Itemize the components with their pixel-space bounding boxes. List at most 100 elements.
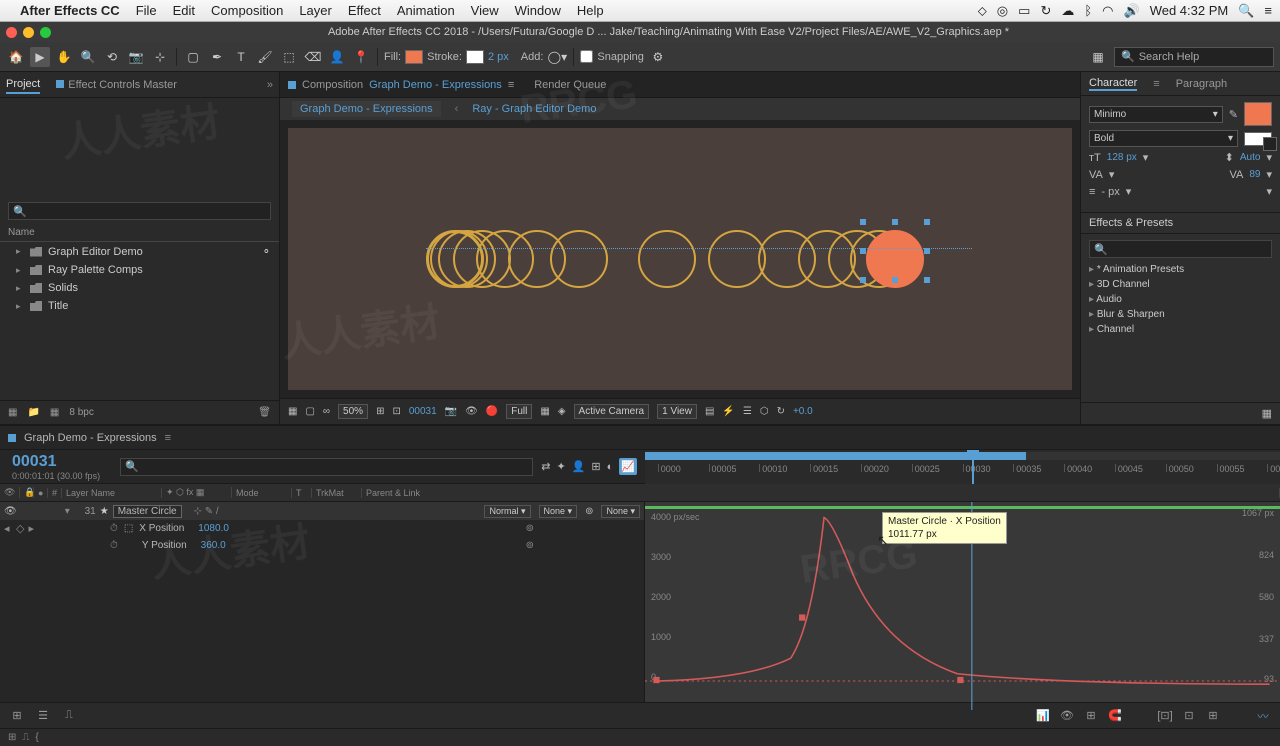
project-name-column[interactable]: Name	[0, 224, 279, 242]
show-snapshot-icon[interactable]: 👁	[465, 406, 478, 417]
layer-row[interactable]: 👁 ▾ 31 ★ Master Circle ⊹ ✎ / Normal ▾ No…	[0, 502, 644, 520]
menu-composition[interactable]: Composition	[211, 3, 283, 18]
preset-category[interactable]: 3D Channel	[1089, 277, 1272, 292]
pickwhip-icon[interactable]: ⊚	[585, 506, 593, 517]
puppet-tool-icon[interactable]: 📍	[351, 47, 371, 67]
resolution-icon[interactable]: ⊞	[376, 406, 384, 417]
shy-icon[interactable]: 👤	[572, 460, 586, 473]
eyedropper-icon[interactable]: ✎	[1229, 108, 1238, 121]
preset-category[interactable]: Channel	[1089, 322, 1272, 337]
graph-editor[interactable]: 4000 px/sec 3000 2000 1000 0 1067 px 824…	[645, 502, 1280, 702]
spotlight-icon[interactable]: 🔍	[1238, 3, 1254, 19]
fast-preview-icon[interactable]: ⚡	[722, 406, 734, 417]
refresh-icon[interactable]: ↻	[1040, 3, 1051, 19]
workspace-icon[interactable]: ▦	[1088, 47, 1108, 67]
zoom-icon[interactable]	[40, 27, 51, 38]
preset-category[interactable]: Blur & Sharpen	[1089, 307, 1272, 322]
timeline-search-input[interactable]: 🔍	[120, 458, 533, 476]
cc-icon[interactable]: ◎	[997, 3, 1008, 19]
menu-file[interactable]: File	[136, 3, 157, 18]
view-dropdown[interactable]: 1 View	[657, 404, 697, 419]
property-row[interactable]: ⏱ Y Position 360.0 ⊚	[0, 537, 644, 554]
channel-icon[interactable]: 🔴	[486, 406, 498, 417]
transparency-icon[interactable]: ▦	[540, 406, 549, 417]
project-folder[interactable]: ▸Solids	[0, 279, 279, 297]
effects-presets-header[interactable]: Effects & Presets	[1081, 212, 1280, 234]
toggle-icon[interactable]: ∞	[323, 406, 330, 417]
menu-view[interactable]: View	[471, 3, 499, 18]
bpc-button[interactable]: 8 bpc	[69, 407, 93, 418]
menu-effect[interactable]: Effect	[348, 3, 381, 18]
rectangle-tool-icon[interactable]: ▢	[183, 47, 203, 67]
timeline-ruler[interactable]: 0000 00005 00010 00015 00020 00025 00030…	[645, 450, 1280, 484]
stopwatch-icon[interactable]: ⏱	[110, 540, 118, 551]
pickwhip-icon[interactable]: ⊚	[526, 540, 534, 551]
pen-tool-icon[interactable]: ✒	[207, 47, 227, 67]
tab-composition[interactable]: Composition Graph Demo - Expressions ≡	[288, 79, 514, 91]
orbit-tool-icon[interactable]: ⟲	[102, 47, 122, 67]
camera-dropdown[interactable]: Active Camera	[574, 404, 650, 419]
project-folder[interactable]: ▸Graph Editor Demo⚬	[0, 242, 279, 261]
menu-edit[interactable]: Edit	[173, 3, 195, 18]
snapping-checkbox[interactable]	[580, 50, 593, 63]
hand-tool-icon[interactable]: ✋	[54, 47, 74, 67]
toggle-switches-icon[interactable]: ⊞	[8, 732, 16, 743]
property-value[interactable]: 360.0	[201, 540, 226, 551]
composition-viewport[interactable]	[288, 128, 1072, 390]
grid-icon[interactable]: ▦	[288, 406, 297, 417]
roto-tool-icon[interactable]: 👤	[327, 47, 347, 67]
project-search-input[interactable]: 🔍	[8, 202, 271, 220]
camera-tool-icon[interactable]: 📷	[126, 47, 146, 67]
breadcrumb-item[interactable]: Ray - Graph Editor Demo	[472, 103, 596, 115]
current-frame[interactable]: 00031	[409, 406, 437, 417]
eraser-tool-icon[interactable]: ⌫	[303, 47, 323, 67]
toggle-modes-icon[interactable]: ☰	[34, 707, 52, 725]
tab-project[interactable]: Project	[6, 76, 40, 94]
menu-help[interactable]: Help	[577, 3, 604, 18]
home-icon[interactable]: 🏠	[6, 47, 26, 67]
wifi-icon[interactable]: ◠	[1102, 3, 1113, 19]
property-row[interactable]: ⏱ ⬚ X Position 1080.0 ⊚	[0, 520, 644, 537]
preset-category[interactable]: Audio	[1089, 292, 1272, 307]
motion-blur-icon[interactable]: ◐	[607, 461, 614, 473]
work-area-bar[interactable]	[645, 452, 1280, 460]
interpret-icon[interactable]: ▦	[8, 407, 17, 418]
preset-category[interactable]: * Animation Presets	[1089, 262, 1272, 277]
comp-mini-flowchart-icon[interactable]: ⇄	[541, 460, 550, 473]
tab-render-queue[interactable]: Render Queue	[534, 79, 606, 91]
new-bin-icon[interactable]: ▦	[1262, 407, 1272, 420]
font-family-dropdown[interactable]: Minimo▾	[1089, 106, 1223, 123]
cloud-icon[interactable]: ☁	[1061, 3, 1074, 19]
panel-menu-icon[interactable]: »	[267, 79, 273, 91]
layer-name-field[interactable]: Master Circle	[113, 505, 182, 518]
pickwhip-icon[interactable]: ⊚	[526, 523, 534, 534]
playhead[interactable]	[972, 450, 974, 484]
selection-tool-icon[interactable]: ▶	[30, 47, 50, 67]
toggle-icon[interactable]: ⎍	[22, 732, 29, 743]
timeline-tab[interactable]: Graph Demo - Expressions	[24, 432, 157, 444]
zoom-dropdown[interactable]: 50%	[338, 404, 368, 419]
display-icon[interactable]: ▭	[1018, 3, 1030, 19]
type-tool-icon[interactable]: T	[231, 47, 251, 67]
text-stroke-swatch[interactable]	[1244, 132, 1272, 146]
tab-character[interactable]: Character	[1089, 77, 1137, 91]
font-style-dropdown[interactable]: Bold▾	[1089, 130, 1238, 147]
clone-tool-icon[interactable]: ⬚	[279, 47, 299, 67]
mask-icon[interactable]: ▢	[305, 406, 314, 417]
brush-tool-icon[interactable]: 🖌	[255, 47, 275, 67]
volume-icon[interactable]: 🔊	[1124, 3, 1140, 19]
fill-swatch[interactable]	[405, 50, 423, 64]
comp-flowchart-icon[interactable]: ⬡	[760, 406, 769, 417]
parent-dropdown[interactable]: None ▾	[601, 505, 640, 518]
text-fill-swatch[interactable]	[1244, 102, 1272, 126]
separate-dim-icon[interactable]: ⬚	[124, 523, 133, 534]
resolution-dropdown[interactable]: Full	[506, 404, 532, 419]
menu-layer[interactable]: Layer	[299, 3, 332, 18]
flowchart-icon[interactable]: ⚬	[262, 245, 271, 258]
new-comp-icon[interactable]: ▦	[50, 407, 59, 418]
menu-window[interactable]: Window	[515, 3, 561, 18]
stage-icon[interactable]: ◈	[558, 406, 566, 417]
stroke-px-value[interactable]: - px	[1101, 186, 1119, 198]
minimize-icon[interactable]	[23, 27, 34, 38]
tab-paragraph[interactable]: Paragraph	[1176, 78, 1227, 90]
